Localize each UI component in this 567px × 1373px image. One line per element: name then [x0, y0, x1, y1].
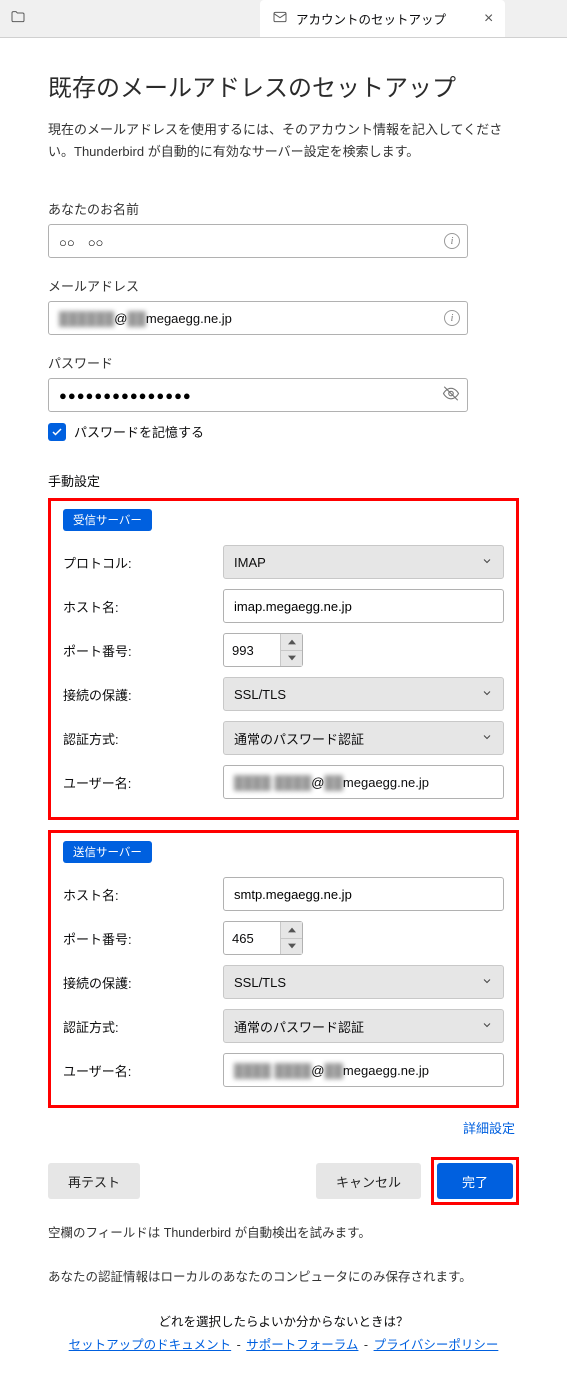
tab-account-setup[interactable]: アカウントのセットアップ ×: [260, 0, 505, 37]
chevron-down-icon: [481, 1019, 493, 1034]
password-input[interactable]: [48, 378, 468, 412]
privacy-link[interactable]: プライバシーポリシー: [374, 1338, 499, 1352]
retest-button[interactable]: 再テスト: [48, 1163, 140, 1199]
user-label: ユーザー名:: [63, 773, 223, 792]
spinner[interactable]: [280, 922, 302, 954]
info-icon[interactable]: i: [444, 233, 460, 249]
outgoing-server-box: 送信サーバー ホスト名: ポート番号: 465 接続の保護: SSL/TLS 認…: [48, 830, 519, 1108]
remember-checkbox[interactable]: [48, 423, 66, 441]
incoming-user-input[interactable]: ████ ████ @ ██ megaegg.ne.jp: [223, 765, 504, 799]
mail-icon: [272, 9, 288, 28]
folder-icon[interactable]: [10, 9, 26, 28]
outgoing-ssl-select[interactable]: SSL/TLS: [223, 965, 504, 999]
manual-title: 手動設定: [48, 471, 519, 490]
description: 現在のメールアドレスを使用するには、そのアカウント情報を記入してください。Thu…: [48, 119, 519, 163]
incoming-ssl-select[interactable]: SSL/TLS: [223, 677, 504, 711]
protocol-label: プロトコル:: [63, 553, 223, 572]
incoming-host-input[interactable]: [223, 589, 504, 623]
password-label: パスワード: [48, 353, 519, 372]
email-label: メールアドレス: [48, 276, 519, 295]
incoming-auth-select[interactable]: 通常のパスワード認証: [223, 721, 504, 755]
remember-label: パスワードを記憶する: [74, 422, 204, 441]
incoming-server-box: 受信サーバー プロトコル: IMAP ホスト名: ポート番号: 993 接続の保…: [48, 498, 519, 820]
incoming-port-input[interactable]: 993: [223, 633, 303, 667]
name-input[interactable]: [48, 224, 468, 258]
auth-label: 認証方式:: [63, 729, 223, 748]
footer-question: どれを選択したらよいか分からないときは？: [48, 1311, 519, 1330]
port-label: ポート番号:: [63, 641, 223, 660]
protocol-select[interactable]: IMAP: [223, 545, 504, 579]
host-label: ホスト名:: [63, 885, 223, 904]
content: 既存のメールアドレスのセットアップ 現在のメールアドレスを使用するには、そのアカ…: [0, 38, 567, 1373]
done-button[interactable]: 完了: [437, 1163, 513, 1199]
footer: どれを選択したらよいか分からないときは？ セットアップのドキュメント - サポー…: [48, 1311, 519, 1353]
chevron-down-icon: [481, 731, 493, 746]
outgoing-badge: 送信サーバー: [63, 841, 152, 863]
note-autodetect: 空欄のフィールドは Thunderbird が自動検出を試みます。: [48, 1223, 519, 1243]
email-input[interactable]: ██████ @ ██ megaegg.ne.jp: [48, 301, 468, 335]
page-title: 既存のメールアドレスのセットアップ: [48, 68, 519, 103]
ssl-label: 接続の保護:: [63, 685, 223, 704]
info-icon[interactable]: i: [444, 310, 460, 326]
ssl-label: 接続の保護:: [63, 973, 223, 992]
outgoing-user-input[interactable]: ████ ████ @ ██ megaegg.ne.jp: [223, 1053, 504, 1087]
advanced-settings-link[interactable]: 詳細設定: [463, 1121, 515, 1136]
support-link[interactable]: サポートフォーラム: [246, 1338, 358, 1352]
eye-off-icon[interactable]: [442, 385, 460, 406]
outgoing-port-input[interactable]: 465: [223, 921, 303, 955]
incoming-badge: 受信サーバー: [63, 509, 152, 531]
tab-title: アカウントのセットアップ: [296, 9, 446, 28]
cancel-button[interactable]: キャンセル: [316, 1163, 421, 1199]
outgoing-auth-select[interactable]: 通常のパスワード認証: [223, 1009, 504, 1043]
chevron-down-icon: [481, 687, 493, 702]
user-label: ユーザー名:: [63, 1061, 223, 1080]
name-label: あなたのお名前: [48, 199, 519, 218]
chevron-down-icon: [481, 555, 493, 570]
outgoing-host-input[interactable]: [223, 877, 504, 911]
port-label: ポート番号:: [63, 929, 223, 948]
spinner-down[interactable]: [281, 939, 302, 955]
chevron-down-icon: [481, 975, 493, 990]
auth-label: 認証方式:: [63, 1017, 223, 1036]
note-local-storage: あなたの認証情報はローカルのあなたのコンピュータにのみ保存されます。: [48, 1267, 519, 1287]
close-icon[interactable]: ×: [484, 10, 493, 28]
host-label: ホスト名:: [63, 597, 223, 616]
docs-link[interactable]: セットアップのドキュメント: [69, 1338, 232, 1352]
spinner[interactable]: [280, 634, 302, 666]
tab-spacer: [0, 0, 260, 37]
spinner-up[interactable]: [281, 922, 302, 939]
done-highlight-box: 完了: [431, 1157, 519, 1205]
tab-bar: アカウントのセットアップ ×: [0, 0, 567, 38]
spinner-up[interactable]: [281, 634, 302, 651]
spinner-down[interactable]: [281, 651, 302, 667]
